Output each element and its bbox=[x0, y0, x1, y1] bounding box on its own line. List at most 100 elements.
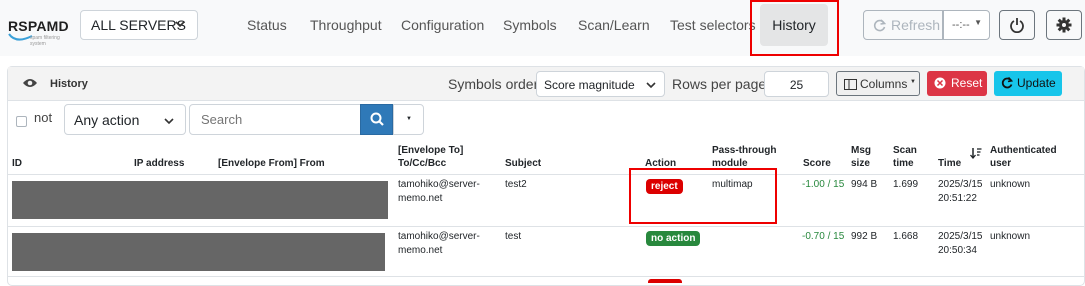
symbols-order-select[interactable]: Score magnitude bbox=[536, 71, 665, 97]
col-header-msg-size-line2: size bbox=[851, 158, 870, 169]
rows-per-page-value: 25 bbox=[789, 78, 804, 92]
col-header-auth-user-line2: user bbox=[990, 158, 1012, 169]
cell-envelope-to-line2: memo.net bbox=[398, 193, 443, 204]
cell-scan-time: 1.668 bbox=[893, 231, 919, 242]
tab-throughput[interactable]: Throughput bbox=[310, 17, 382, 33]
col-header-scan-time[interactable]: Scan time bbox=[893, 144, 917, 170]
cell-subject: test2 bbox=[505, 179, 527, 190]
search-icon bbox=[370, 112, 384, 126]
col-header-scan-time-line2: time bbox=[893, 158, 914, 169]
tab-status[interactable]: Status bbox=[247, 17, 287, 33]
cell-time-date: 2025/3/15 bbox=[938, 179, 983, 190]
cell-envelope-to-line2: memo.net bbox=[398, 245, 443, 256]
table-divider bbox=[8, 276, 1085, 277]
refresh-interval-select[interactable]: --:-- ▼ bbox=[943, 10, 990, 40]
col-header-envelope-to-line1: [Envelope To] bbox=[398, 145, 464, 156]
rows-per-page-label: Rows per page: bbox=[672, 76, 771, 92]
cell-auth-user: unknown bbox=[990, 179, 1031, 190]
cell-msg-size: 994 B bbox=[851, 179, 878, 190]
refresh-icon bbox=[1001, 77, 1013, 89]
redacted-block bbox=[12, 181, 388, 219]
col-header-subject[interactable]: Subject bbox=[505, 157, 541, 170]
reset-button[interactable]: Reset bbox=[927, 71, 987, 96]
server-select-value: ALL SERVERS bbox=[91, 17, 186, 33]
history-card: History Symbols order: Score magnitude R… bbox=[7, 66, 1085, 286]
cell-envelope-to: tamohiko@server- memo.net bbox=[398, 178, 480, 206]
rspamd-logo[interactable]: RSPAMD spam filtering system bbox=[8, 10, 69, 47]
refresh-button[interactable]: Refresh bbox=[863, 10, 943, 40]
disconnect-button[interactable] bbox=[999, 10, 1035, 40]
col-header-envelope-from[interactable]: [Envelope From] From bbox=[218, 157, 325, 170]
tab-symbols[interactable]: Symbols bbox=[503, 17, 557, 33]
history-filter-row: not Any action ▼ bbox=[8, 102, 1084, 138]
action-badge-partial bbox=[648, 279, 682, 283]
power-icon bbox=[1010, 18, 1024, 33]
logo-subtitle: spam filtering system bbox=[30, 35, 60, 47]
sort-descending-icon[interactable] bbox=[970, 147, 982, 159]
search-options-dropdown[interactable]: ▼ bbox=[393, 104, 424, 135]
col-header-pass-through-line1: Pass-through bbox=[712, 145, 777, 156]
action-badge: no action bbox=[646, 231, 701, 246]
cell-scan-time: 1.699 bbox=[893, 179, 919, 190]
chevron-down-icon bbox=[164, 118, 174, 125]
history-tab-highlight bbox=[750, 0, 839, 56]
cell-score: -1.00 / 15 bbox=[802, 179, 845, 190]
cell-subject: test bbox=[505, 231, 522, 242]
search-input[interactable] bbox=[189, 104, 361, 135]
cell-envelope-to: tamohiko@server- memo.net bbox=[398, 230, 480, 258]
action-highlight-box bbox=[629, 168, 777, 224]
caret-down-icon: ▼ bbox=[974, 18, 982, 27]
columns-label: Columns bbox=[860, 77, 908, 91]
cell-time: 2025/3/15 20:50:34 bbox=[938, 230, 983, 258]
col-header-envelope-to-line2: To/Cc/Bcc bbox=[398, 158, 447, 169]
cell-score: -0.70 / 15 bbox=[802, 231, 845, 242]
cell-time-clock: 20:51:22 bbox=[938, 193, 977, 204]
col-header-score[interactable]: Score bbox=[803, 157, 831, 170]
cell-envelope-to-line1: tamohiko@server- bbox=[398, 179, 480, 190]
col-header-id[interactable]: ID bbox=[12, 157, 22, 170]
server-select[interactable]: ALL SERVERS bbox=[80, 10, 198, 40]
table-divider bbox=[8, 226, 1085, 227]
table-divider bbox=[8, 174, 1085, 175]
update-button[interactable]: Update bbox=[994, 71, 1062, 96]
close-circle-icon bbox=[934, 77, 946, 89]
col-header-msg-size[interactable]: Msg size bbox=[851, 144, 871, 170]
symbols-order-label: Symbols order: bbox=[448, 76, 543, 92]
chevron-down-icon bbox=[175, 21, 185, 28]
symbols-order-value: Score magnitude bbox=[544, 78, 635, 92]
not-checkbox[interactable] bbox=[16, 116, 27, 127]
columns-button[interactable]: Columns ▼ bbox=[836, 71, 920, 96]
cell-time-clock: 20:50:34 bbox=[938, 245, 977, 256]
action-filter-select[interactable]: Any action bbox=[64, 104, 186, 135]
col-header-msg-size-line1: Msg bbox=[851, 145, 871, 156]
caret-down-icon: ▼ bbox=[406, 116, 412, 122]
gear-icon bbox=[1056, 17, 1072, 33]
reset-label: Reset bbox=[951, 76, 983, 90]
settings-button[interactable] bbox=[1046, 10, 1082, 40]
history-card-header: History Symbols order: Score magnitude R… bbox=[8, 67, 1084, 101]
col-header-auth-user[interactable]: Authenticated user bbox=[990, 144, 1057, 170]
columns-icon bbox=[844, 79, 857, 90]
tab-scan-learn[interactable]: Scan/Learn bbox=[578, 17, 650, 33]
col-header-pass-through[interactable]: Pass-through module bbox=[712, 144, 776, 170]
search-button[interactable] bbox=[360, 104, 393, 135]
redacted-block bbox=[12, 233, 385, 271]
cell-msg-size: 992 B bbox=[851, 231, 878, 242]
not-label: not bbox=[34, 110, 53, 125]
col-header-ip[interactable]: IP address bbox=[134, 157, 184, 170]
cell-envelope-to-line1: tamohiko@server- bbox=[398, 231, 480, 242]
cell-auth-user: unknown bbox=[990, 231, 1031, 242]
cell-time-date: 2025/3/15 bbox=[938, 231, 983, 242]
update-label: Update bbox=[1017, 76, 1056, 90]
chevron-down-icon bbox=[646, 82, 656, 89]
col-header-time[interactable]: Time bbox=[938, 157, 961, 170]
tab-configuration[interactable]: Configuration bbox=[401, 17, 484, 33]
cell-time: 2025/3/15 20:51:22 bbox=[938, 178, 983, 206]
col-header-envelope-to[interactable]: [Envelope To] To/Cc/Bcc bbox=[398, 144, 463, 170]
col-header-auth-user-line1: Authenticated bbox=[990, 145, 1057, 156]
caret-down-icon: ▼ bbox=[910, 79, 916, 85]
tab-test-selectors[interactable]: Test selectors bbox=[670, 17, 756, 33]
col-header-scan-time-line1: Scan bbox=[893, 145, 917, 156]
refresh-label: Refresh bbox=[891, 17, 941, 33]
rows-per-page-input[interactable]: 25 bbox=[764, 71, 829, 97]
